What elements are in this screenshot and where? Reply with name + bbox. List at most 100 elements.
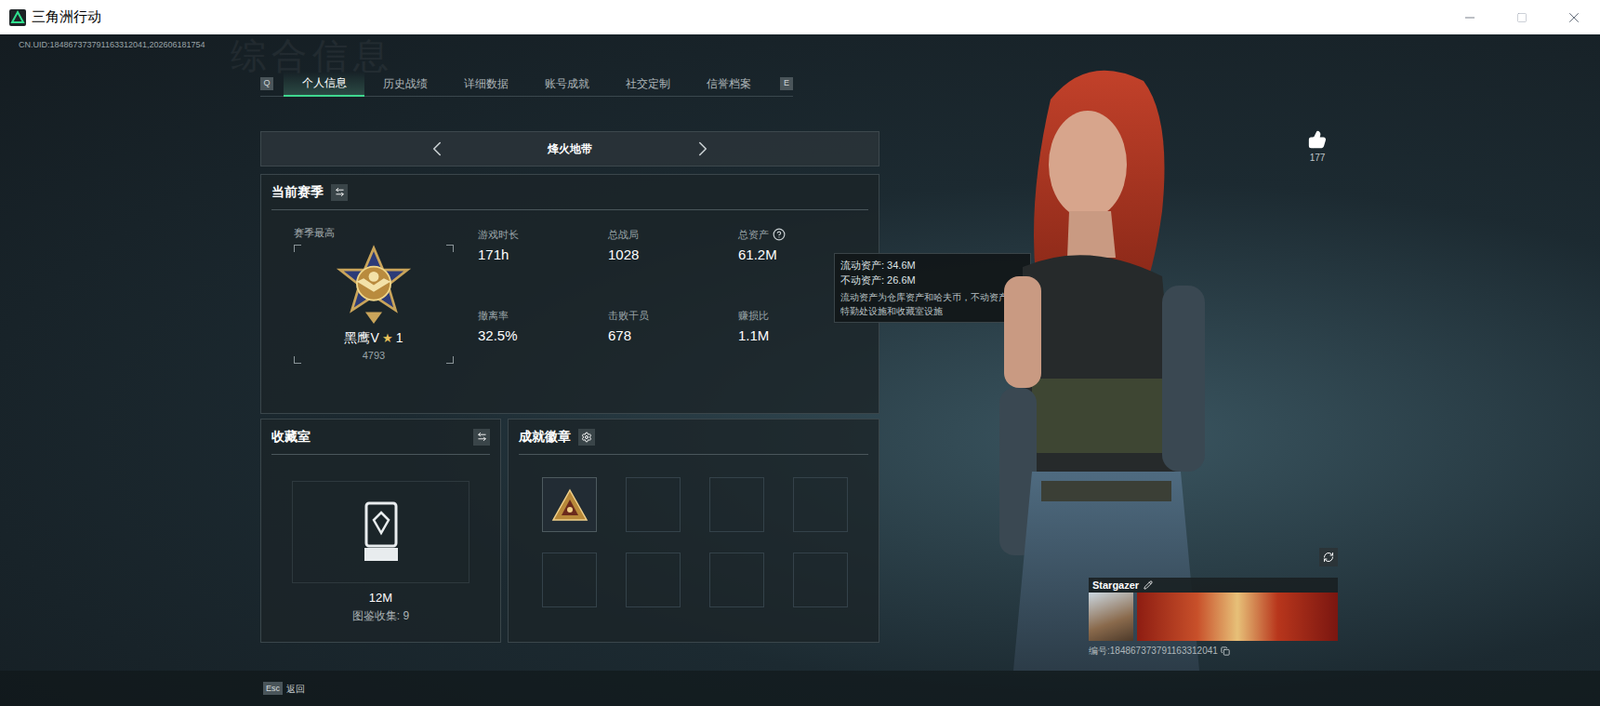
stat-label: 击败干员 — [608, 307, 649, 324]
corner-mark — [446, 356, 454, 364]
app-logo-icon — [9, 9, 27, 27]
season-best: 赛季最高黑鹰V★14793 — [293, 224, 454, 364]
rank-score: 4793 — [362, 347, 385, 364]
badge-slot[interactable] — [793, 552, 848, 608]
badge-slot[interactable] — [709, 552, 765, 608]
badges-title: 成就徽章 — [518, 426, 571, 447]
badge-slot[interactable] — [542, 552, 597, 608]
watermark: 综合信息 — [230, 38, 395, 74]
minimize-icon — [1462, 10, 1478, 26]
app-window: 三角洲行动 CN.UID:184867373791163312041,202606… — [0, 0, 1600, 706]
tab-bar: Q 个人信息历史战绩详细数据账号成就社交定制信誉档案 E — [260, 71, 794, 97]
window-title: 三角洲行动 — [31, 6, 102, 28]
stat-value: 32.5% — [477, 325, 609, 347]
close-icon — [1565, 9, 1583, 27]
player-name: Stargazer — [1092, 577, 1139, 594]
collection-switch-button[interactable] — [473, 428, 490, 446]
thumbs-up-icon — [1308, 130, 1327, 149]
close-button[interactable] — [1547, 0, 1600, 35]
rank-box: 黑鹰V★14793 — [293, 244, 454, 364]
name-card: Stargazer 编号:184867373791163312041 — [1088, 577, 1338, 658]
tooltip-note: 流动资产为仓库资产和哈夫币，不动资产为特勤处设施和收藏室设施 — [840, 290, 1025, 318]
like-count: 177 — [1309, 150, 1326, 165]
mode-selector: 烽火地带 — [260, 131, 880, 167]
avatar — [1088, 592, 1134, 641]
refresh-icon — [1322, 551, 1335, 563]
help-icon[interactable] — [772, 227, 786, 241]
rank-star: ★ — [382, 329, 394, 348]
total-assets-tooltip: 流动资产: 34.6M不动资产: 26.6M 流动资产为仓库资产和哈夫币，不动资产… — [833, 252, 1032, 323]
copy-icon[interactable] — [1220, 646, 1230, 656]
banner — [1137, 592, 1338, 641]
next-tab-key[interactable]: E — [780, 77, 794, 91]
season-header: 当前赛季 — [271, 174, 869, 211]
stat-label: 总战局 — [608, 226, 639, 243]
corner-mark — [446, 244, 454, 252]
game-screen: CN.UID:184867373791163312041,20260618175… — [0, 34, 1600, 706]
stat-label: 赚损比 — [738, 307, 769, 324]
stat-label: 游戏时长 — [477, 226, 519, 243]
badge-grid — [518, 476, 869, 608]
badge-slot[interactable] — [625, 476, 681, 532]
tab[interactable]: 个人信息 — [283, 71, 365, 97]
achievement-badge-icon — [551, 488, 589, 522]
badge-slot[interactable] — [793, 476, 848, 532]
badges-panel: 成就徽章 — [507, 418, 880, 643]
like-button[interactable]: 177 — [1298, 130, 1336, 165]
rank-name: 黑鹰V★1 — [343, 328, 403, 348]
tab[interactable]: 账号成就 — [526, 71, 608, 97]
collection-title: 收藏室 — [271, 426, 311, 447]
swap-icon — [476, 431, 488, 442]
prev-tab-key[interactable]: Q — [260, 77, 274, 91]
stat-value: 678 — [608, 325, 739, 347]
collection-caption: 图鉴收集: 9 — [271, 607, 490, 624]
corner-mark — [293, 244, 302, 252]
mode-label: 烽火地带 — [523, 140, 617, 158]
season-stats: 游戏时长171h总战局1028总资产61.2M撤离率32.5%击败干员678赚损… — [477, 224, 869, 346]
esc-key[interactable]: Esc — [263, 681, 283, 695]
stat-value: 1028 — [608, 244, 739, 266]
season-best-label: 赛季最高 — [293, 224, 454, 241]
badge-slot[interactable] — [625, 552, 681, 608]
stat: 击败干员678 — [608, 307, 739, 346]
player-id: 编号:184867373791163312041 — [1088, 643, 1218, 658]
collection-display[interactable] — [291, 480, 470, 583]
stat: 撤离率32.5% — [477, 307, 609, 346]
tab[interactable]: 详细数据 — [445, 71, 527, 97]
badges-settings-button[interactable] — [578, 428, 596, 446]
rank-medal-icon — [327, 244, 421, 330]
tooltip-line: 不动资产: 26.6M — [840, 272, 1025, 288]
season-switch-button[interactable] — [330, 184, 348, 201]
stat: 总战局1028 — [608, 226, 739, 265]
refresh-button[interactable] — [1319, 547, 1338, 567]
swap-icon — [334, 186, 345, 198]
maximize-button[interactable] — [1495, 0, 1548, 35]
collection-panel: 收藏室 12M图鉴收集: 9 — [260, 418, 502, 643]
prev-mode-icon[interactable] — [424, 136, 450, 161]
corner-mark — [293, 356, 302, 364]
main-column: Q 个人信息历史战绩详细数据账号成就社交定制信誉档案 E 烽火地带当前赛季赛季最高黑鹰… — [260, 34, 880, 643]
stat-label: 总资产 — [738, 226, 769, 243]
title-bar: 三角洲行动 — [0, 0, 1600, 35]
tab[interactable]: 社交定制 — [607, 71, 688, 97]
maximize-icon — [1516, 12, 1528, 24]
bottom-bar: Esc返回 — [0, 670, 1600, 706]
stat-label: 撤离率 — [477, 307, 509, 324]
badge-slot[interactable] — [542, 476, 597, 532]
character-model — [948, 34, 1283, 671]
display-case-icon — [364, 501, 398, 563]
next-mode-icon[interactable] — [690, 136, 715, 161]
stat-value: 171h — [477, 244, 609, 266]
tab[interactable]: 历史战绩 — [364, 71, 446, 97]
back-label[interactable]: 返回 — [286, 681, 305, 696]
lower-row: 收藏室 12M图鉴收集: 9 成就徽章 — [260, 418, 880, 643]
edit-icon[interactable] — [1143, 580, 1153, 590]
tab[interactable]: 信誉档案 — [687, 71, 769, 97]
tooltip-line: 流动资产: 34.6M — [840, 257, 1025, 273]
minimize-button[interactable] — [1443, 0, 1496, 35]
badge-slot[interactable] — [709, 476, 765, 532]
season-panel: 当前赛季赛季最高黑鹰V★14793游戏时长171h总战局1028总资产61.2M… — [260, 173, 880, 414]
stat: 游戏时长171h — [477, 226, 609, 265]
collection-value: 12M — [271, 588, 490, 608]
gear-icon — [581, 431, 593, 443]
